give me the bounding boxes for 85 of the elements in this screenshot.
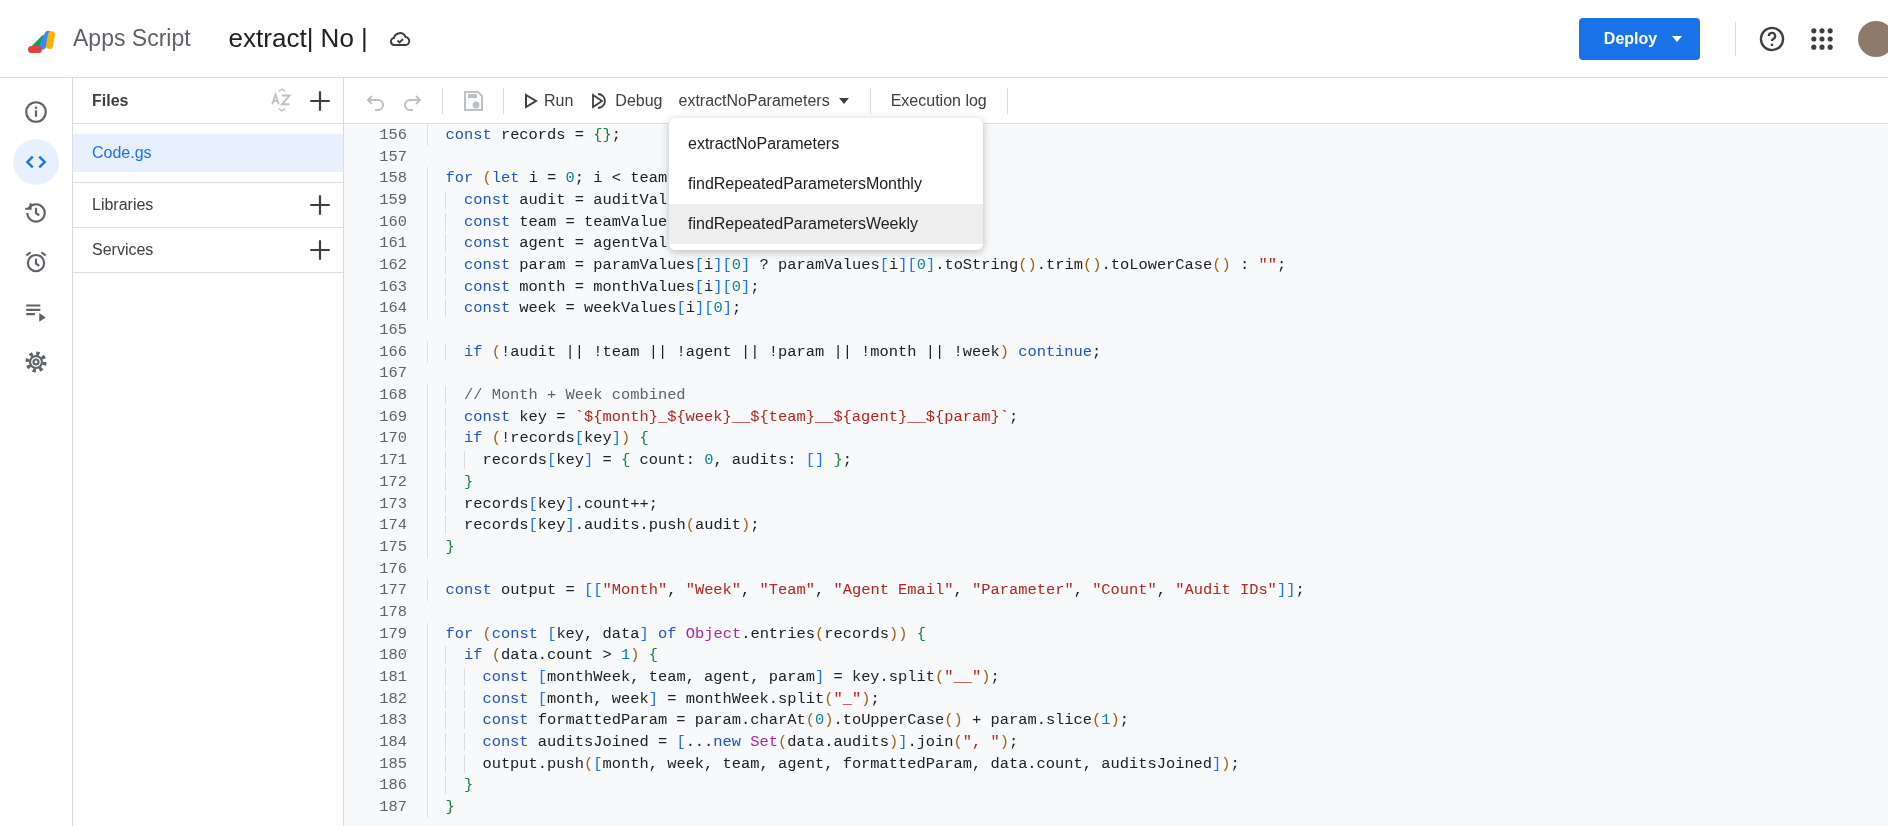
code-line: for (const [key, data] of Object.entries(records)) {: [444, 624, 926, 643]
line-number: 161: [378, 234, 407, 253]
code-line: const records = {};: [444, 125, 621, 144]
caret-icon: [837, 96, 850, 105]
line-number: 157: [378, 147, 407, 166]
files-heading: Files: [92, 91, 130, 110]
line-number: 178: [378, 602, 407, 621]
code-line: const team = teamValue: [427, 212, 668, 231]
debug-button[interactable]: Debug: [581, 82, 671, 119]
code-line: }: [444, 537, 455, 556]
code-line: records[key] = { count: 0, audits: [] };: [427, 451, 852, 470]
line-number: 168: [378, 386, 407, 405]
code-line: const param = paramValues[i][0] ? paramValues[i][0].toString().trim().toLowerCase() : "";: [427, 255, 1287, 274]
line-number: 181: [378, 668, 407, 687]
deploy-button[interactable]: Deploy: [1579, 17, 1700, 60]
line-number: 159: [378, 190, 407, 209]
line-number: 160: [378, 212, 407, 231]
line-number: 182: [378, 689, 407, 708]
line-number: 186: [378, 776, 407, 795]
function-dropdown[interactable]: extractNoParameters: [670, 82, 858, 119]
help-icon[interactable]: [1758, 24, 1786, 53]
line-number: 175: [378, 537, 407, 556]
code-line: }: [444, 798, 455, 817]
app-name: Apps Script: [73, 25, 191, 52]
line-number: 166: [378, 342, 407, 361]
play-icon: [524, 92, 538, 109]
file-item[interactable]: Code.gs: [73, 134, 343, 172]
line-number: 162: [378, 255, 407, 274]
code-line: const auditsJoined = [...new Set(data.audits)].join(", ");: [427, 733, 1019, 752]
line-number: 169: [378, 407, 407, 426]
line-number: 183: [378, 711, 407, 730]
code-line: }: [427, 472, 474, 491]
code-line: const formattedParam = param.charAt(0).toUpperCase() + param.slice(1);: [427, 711, 1130, 730]
caret-icon: [1671, 34, 1684, 43]
line-number: 165: [378, 321, 407, 340]
code-line: output.push([month, week, team, agent, formattedParam, data.count, auditsJoined]);: [427, 754, 1240, 773]
add-button[interactable]: [307, 237, 333, 263]
code-line: for (let i = 0; i < team: [444, 169, 668, 188]
code-line: const agent = agentVal: [427, 234, 668, 253]
alarm-clock-icon: [23, 249, 49, 275]
line-number: 174: [378, 516, 407, 535]
code-line: const [month, week] = monthWeek.split("_");: [427, 689, 880, 708]
line-number: 177: [378, 581, 407, 600]
code-editor[interactable]: [344, 124, 1888, 826]
code-line: if (!audit || !team || !agent || !param || !month || !week) continue;: [427, 342, 1102, 361]
code-line: const key = `${month}_${week}__${team}__${agent}__${param}`;: [427, 407, 1019, 426]
line-number: 170: [378, 429, 407, 448]
line-number: 167: [378, 364, 407, 383]
avatar[interactable]: [1858, 20, 1888, 57]
settings-icon: [23, 349, 49, 375]
line-number: 179: [378, 624, 407, 643]
info-icon: [23, 99, 49, 125]
project-title[interactable]: extract| No |: [228, 23, 368, 54]
code-line: const [monthWeek, team, agent, param] = key.split("__");: [427, 668, 1000, 687]
code-line: // Month + Week combined: [427, 386, 686, 405]
add-button[interactable]: [307, 192, 333, 218]
code-line: const week = weekValues[i][0];: [427, 299, 742, 318]
code-line: records[key].count++;: [427, 494, 658, 513]
menu-item[interactable]: findRepeatedParametersMonthly: [669, 164, 983, 204]
code-line: }: [427, 776, 474, 795]
line-number: 156: [378, 125, 407, 144]
code-line: const output = [["Month", "Week", "Team", "Agent Email", "Parameter", "Count", "Audit IDs"]];: [444, 581, 1305, 600]
line-number: 173: [378, 494, 407, 513]
code-line: const audit = auditVal: [427, 190, 668, 209]
line-number: 176: [378, 559, 407, 578]
line-number: 180: [378, 646, 407, 665]
menu-item[interactable]: findRepeatedParametersWeekly: [669, 204, 983, 244]
code-line: if (data.count > 1) {: [427, 646, 658, 665]
section-title: Services: [92, 241, 155, 259]
menu-item[interactable]: extractNoParameters: [669, 124, 983, 164]
code-line: records[key].audits.push(audit);: [427, 516, 760, 535]
nav-button[interactable]: [13, 139, 59, 185]
line-number: 187: [378, 798, 407, 817]
line-number: 172: [378, 472, 407, 491]
section-title: Libraries: [92, 196, 155, 214]
line-number: 185: [378, 754, 407, 773]
line-number: 164: [378, 299, 407, 318]
line-number: 158: [378, 169, 407, 188]
line-number: 163: [378, 277, 407, 296]
line-number: 171: [378, 451, 407, 470]
code-line: if (!records[key]) {: [427, 429, 649, 448]
code-line: const month = monthValues[i][0];: [427, 277, 760, 296]
run-button[interactable]: Run: [516, 82, 582, 119]
line-number: 184: [378, 733, 407, 752]
execution-log-button[interactable]: Execution log: [882, 82, 995, 119]
